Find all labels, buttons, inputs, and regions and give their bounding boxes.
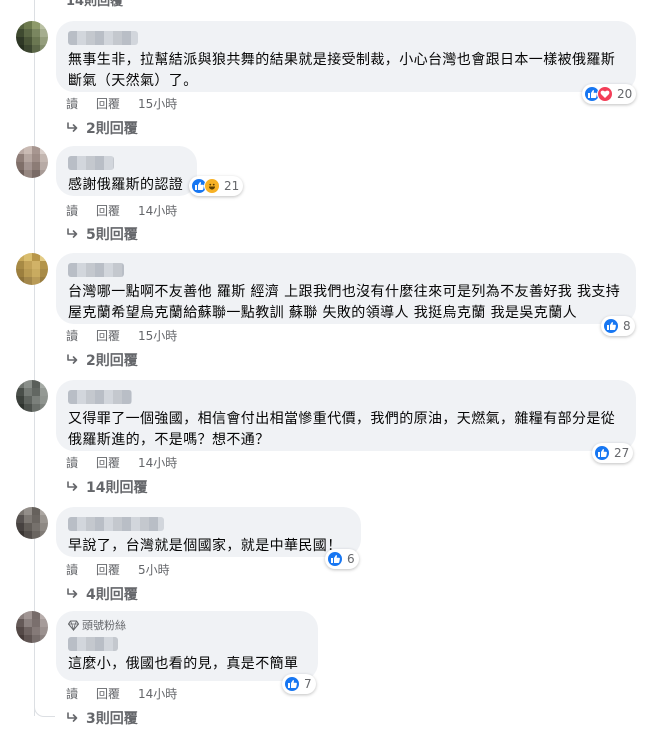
read-button[interactable]: 讀	[66, 454, 78, 471]
like-icon	[327, 551, 343, 567]
reply-button[interactable]: 回覆	[96, 327, 120, 344]
avatar[interactable]	[16, 380, 48, 412]
view-replies-label: 3則回覆	[86, 711, 138, 727]
reply-arrow-icon	[67, 481, 78, 491]
reply-arrow-icon	[67, 228, 78, 238]
reaction-count: 6	[347, 552, 355, 566]
view-replies-link[interactable]: 5則回覆	[66, 224, 138, 244]
reply-arrow-icon	[67, 122, 78, 132]
view-replies-link[interactable]: 3則回覆	[66, 708, 138, 728]
author-name-redacted[interactable]	[68, 31, 138, 45]
view-replies-link[interactable]: 14則回覆	[66, 477, 147, 497]
reply-button[interactable]: 回覆	[96, 454, 120, 471]
author-name-redacted[interactable]	[68, 156, 114, 170]
reaction-count: 8	[623, 319, 631, 333]
like-icon	[284, 676, 300, 692]
timestamp[interactable]: 15小時	[138, 327, 177, 344]
comment-actions: 讀 回覆 15小時	[66, 327, 195, 344]
read-button[interactable]: 讀	[66, 685, 78, 702]
author-name-redacted[interactable]	[68, 263, 124, 277]
thread-line	[34, 0, 35, 716]
comment-text: 台灣哪一點啊不友善他 羅斯 經濟 上跟我們也沒有什麼往來可是列為不友善好我 我支…	[68, 284, 621, 321]
timestamp[interactable]: 15小時	[138, 95, 177, 112]
comment-actions: 讀 回覆 14小時	[66, 202, 195, 219]
haha-icon	[204, 178, 220, 194]
top-fan-badge[interactable]: 頭號粉絲	[68, 617, 306, 633]
author-name-redacted[interactable]	[68, 390, 132, 404]
view-replies-label: 4則回覆	[86, 587, 138, 603]
reply-button[interactable]: 回覆	[96, 685, 120, 702]
like-icon	[603, 318, 619, 334]
comment-text: 感謝俄羅斯的認證	[68, 177, 184, 193]
comment-text: 這麼小，俄國也看的見，真是不簡單	[68, 656, 299, 672]
comment-bubble: 又得罪了一個強國，相信會付出相當慘重代價，我們的原油，天燃氣，雜糧有部分是從俄羅…	[56, 380, 636, 451]
avatar[interactable]	[16, 21, 48, 53]
author-name-redacted[interactable]	[68, 637, 118, 651]
heart-icon	[597, 86, 613, 102]
avatar[interactable]	[16, 253, 48, 285]
diamond-icon	[68, 619, 79, 631]
view-replies-label: 5則回覆	[86, 227, 138, 243]
comment-bubble: 感謝俄羅斯的認證	[56, 146, 197, 196]
reply-button[interactable]: 回覆	[96, 202, 120, 219]
reply-arrow-icon	[67, 588, 78, 598]
view-replies-link[interactable]: 2則回覆	[66, 118, 138, 138]
comment-bubble: 台灣哪一點啊不友善他 羅斯 經濟 上跟我們也沒有什麼往來可是列為不友善好我 我支…	[56, 253, 636, 324]
reply-arrow-icon	[67, 712, 78, 722]
badge-label: 頭號粉絲	[82, 619, 126, 632]
reaction-summary[interactable]: 8	[601, 316, 635, 336]
reaction-count: 21	[224, 179, 240, 193]
avatar[interactable]	[16, 611, 48, 643]
avatar[interactable]	[16, 146, 48, 178]
comment-bubble: 早說了，台灣就是個國家，就是中華民國！	[56, 507, 361, 557]
reply-button[interactable]: 回覆	[96, 561, 120, 578]
timestamp[interactable]: 14小時	[138, 454, 177, 471]
comment-actions: 讀 回覆 5小時	[66, 561, 188, 578]
view-replies-link[interactable]: 2則回覆	[66, 350, 138, 370]
reaction-count: 27	[614, 446, 630, 460]
view-replies-label: 14則回覆	[86, 480, 148, 496]
reaction-summary[interactable]: 7	[282, 674, 316, 694]
reaction-summary[interactable]: 21	[189, 176, 244, 196]
comment-actions: 讀 回覆 14小時	[66, 454, 195, 471]
reaction-summary[interactable]: 27	[592, 443, 634, 463]
comment-bubble: 無事生非，拉幫結派與狼共舞的結果就是接受制裁，小心台灣也會跟日本一樣被俄羅斯斷氣…	[56, 21, 636, 92]
view-replies-link[interactable]: 4則回覆	[66, 584, 138, 604]
read-button[interactable]: 讀	[66, 95, 78, 112]
read-button[interactable]: 讀	[66, 561, 78, 578]
comment-actions: 讀 回覆 15小時	[66, 95, 195, 112]
view-replies-link[interactable]: 14則回覆	[66, 0, 123, 9]
thread-elbow	[34, 700, 55, 717]
timestamp[interactable]: 14小時	[138, 685, 177, 702]
view-replies-label: 2則回覆	[86, 121, 138, 137]
avatar[interactable]	[16, 507, 48, 539]
comment-actions: 讀 回覆 14小時	[66, 685, 195, 702]
timestamp[interactable]: 14小時	[138, 202, 177, 219]
like-icon	[594, 445, 610, 461]
reaction-count: 7	[304, 677, 312, 691]
reply-button[interactable]: 回覆	[96, 95, 120, 112]
read-button[interactable]: 讀	[66, 327, 78, 344]
comment-text: 無事生非，拉幫結派與狼共舞的結果就是接受制裁，小心台灣也會跟日本一樣被俄羅斯斷氣…	[68, 52, 616, 89]
read-button[interactable]: 讀	[66, 202, 78, 219]
view-replies-label: 2則回覆	[86, 353, 138, 369]
comment-text: 又得罪了一個強國，相信會付出相當慘重代價，我們的原油，天燃氣，雜糧有部分是從俄羅…	[68, 411, 616, 448]
author-name-redacted[interactable]	[68, 517, 164, 531]
reaction-summary[interactable]: 6	[325, 549, 359, 569]
comment-text: 早說了，台灣就是個國家，就是中華民國！	[68, 538, 342, 554]
reply-arrow-icon	[67, 354, 78, 364]
reaction-count: 20	[617, 87, 633, 101]
comment-bubble: 頭號粉絲 這麼小，俄國也看的見，真是不簡單	[56, 611, 318, 681]
timestamp[interactable]: 5小時	[138, 561, 170, 578]
reaction-summary[interactable]: 20	[582, 84, 637, 104]
